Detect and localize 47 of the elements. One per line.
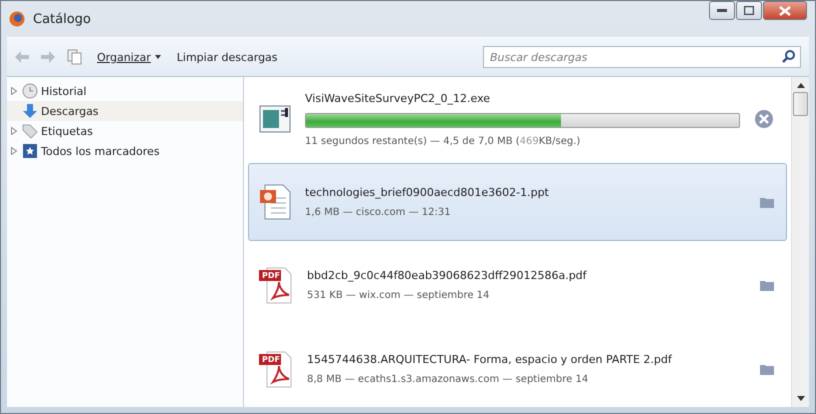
sidebar-label: Descargas — [41, 104, 99, 118]
sidebar-item[interactable]: Etiquetas — [7, 121, 243, 141]
folder-icon[interactable] — [760, 364, 774, 374]
caret-icon — [154, 55, 161, 59]
file-name: 1545744638.ARQUITECTURA- Forma, espacio y orden PARTE 2.pdf — [307, 353, 673, 366]
organize-menu-button[interactable]: Organizar — [95, 48, 163, 66]
minimize-button[interactable] — [709, 1, 735, 20]
window-title: Catálogo — [33, 12, 92, 26]
scrollbar[interactable] — [791, 77, 809, 407]
sidebar-label: Etiquetas — [41, 124, 93, 138]
file-name: VisiWaveSiteSurveyPC2_0_12.exe — [305, 92, 492, 104]
browser-logo-icon — [9, 11, 25, 27]
pages-icon — [67, 49, 83, 65]
download-status: 531 KB — wix.com — septiembre 14 — [307, 290, 490, 301]
maximize-icon — [744, 6, 754, 15]
expand-triangle-icon[interactable] — [11, 87, 17, 95]
maximize-button[interactable] — [736, 1, 762, 20]
down-arrow-icon — [22, 103, 38, 119]
download-status: 11 segundos restante(s) — 4,5 de 7,0 MB (469KB/seg.) — [305, 136, 582, 146]
sidebar-label: Todos los marcadores — [41, 144, 160, 158]
installer-file-icon — [259, 105, 291, 133]
clear-downloads-button[interactable]: Limpiar descargas — [174, 48, 280, 66]
cancel-icon[interactable] — [754, 109, 774, 129]
search-field[interactable]: Buscar descargas — [483, 46, 801, 68]
scroll-down-icon[interactable] — [796, 396, 804, 401]
sidebar-item[interactable]: Todos los marcadores — [7, 141, 243, 161]
presentation-file-icon — [259, 184, 291, 220]
file-name: technologies_brief0900aecd801e3602-1.ppt — [305, 186, 550, 199]
close-button[interactable] — [763, 1, 807, 20]
expand-triangle-icon[interactable] — [11, 127, 17, 135]
folder-icon[interactable] — [760, 280, 774, 290]
file-name: bbd2cb_9c0c44f80eab39068623dff29012586a.pdf — [307, 269, 588, 282]
close-icon — [779, 6, 791, 16]
clock-icon — [22, 83, 38, 99]
download-status: 8,8 MB — ecaths1.s3.amazonaws.com — septiembre 14 — [307, 374, 590, 385]
sidebar-label: Historial — [41, 84, 86, 98]
sidebar-item[interactable]: Descargas — [7, 101, 243, 121]
scrollbar-thumb[interactable] — [793, 92, 808, 116]
download-row[interactable]: technologies_brief0900aecd801e3602-1.ppt 1,6 MB — cisco.com — 12:31 — [248, 163, 787, 241]
scroll-up-icon[interactable] — [796, 83, 804, 88]
minimize-icon — [717, 8, 727, 12]
sidebar-item[interactable]: Historial — [7, 81, 243, 101]
tag-icon — [22, 123, 38, 139]
download-status: 1,6 MB — cisco.com — 12:31 — [305, 207, 452, 218]
folder-icon[interactable] — [760, 196, 774, 208]
expand-triangle-icon[interactable] — [11, 147, 17, 155]
search-icon[interactable] — [782, 50, 795, 63]
